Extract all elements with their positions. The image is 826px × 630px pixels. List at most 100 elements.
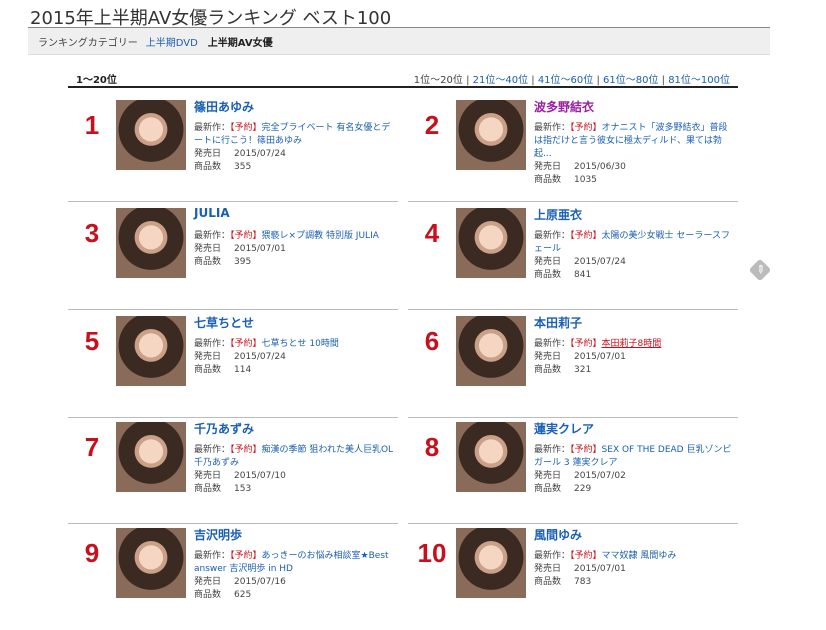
latest-work-link[interactable]: ママ奴隷 風間ゆみ <box>602 551 677 561</box>
actress-name[interactable]: JULIA <box>194 206 230 220</box>
actress-photo[interactable] <box>456 316 526 386</box>
items-label: 商品数 <box>194 365 222 375</box>
category-link-dvd[interactable]: 上半期DVD <box>146 34 198 49</box>
items-count: 321 <box>574 365 592 375</box>
actress-name[interactable]: 吉沢明歩 <box>194 526 242 543</box>
ranking-entry: 4 上原亜衣 最新作：【予約】太陽の美少女戦士 セーラースフェール 発売日 201… <box>408 202 738 310</box>
range-header: 1〜20位 1位〜20位 | 21位〜40位 | 41位〜60位 | 61位〜8… <box>68 70 738 88</box>
actress-name[interactable]: 上原亜衣 <box>534 206 582 223</box>
reservation-tag: 【予約】 <box>230 123 262 133</box>
items-label: 商品数 <box>534 365 562 375</box>
rank-number: 7 <box>84 432 100 462</box>
ranking-entry: 6 本田莉子 最新作：【予約】本田莉子8時間 発売日 2015/07/01 商品数… <box>408 310 738 418</box>
release-date: 2015/07/01 <box>234 244 286 254</box>
latest-label: 最新作 <box>194 339 222 349</box>
actress-name[interactable]: 篠田あゆみ <box>194 98 254 115</box>
colon: ： <box>561 231 571 241</box>
release-label: 発売日 <box>194 244 222 254</box>
release-label: 発売日 <box>534 162 562 172</box>
items-count: 355 <box>234 162 252 172</box>
reservation-tag: 【予約】 <box>570 445 602 455</box>
latest-label: 最新作 <box>534 231 562 241</box>
entry-meta: 最新作：【予約】本田莉子8時間 発売日 2015/07/01 商品数 321 <box>534 338 734 377</box>
actress-name[interactable]: 本田莉子 <box>534 314 582 331</box>
release-date: 2015/07/16 <box>234 577 286 587</box>
actress-photo[interactable] <box>116 528 186 598</box>
colon: ： <box>561 123 571 133</box>
page-tool-icon[interactable]: ✎ <box>748 258 772 282</box>
actress-photo[interactable] <box>456 528 526 598</box>
reservation-tag: 【予約】 <box>570 123 602 133</box>
pager-link-61-80[interactable]: 61位〜80位 <box>603 75 658 86</box>
ranking-entry: 2 波多野結衣 最新作：【予約】オナニスト「波多野結衣」普段は指だけと言う彼女に… <box>408 94 738 202</box>
actress-name[interactable]: 蓮実クレア <box>534 420 594 437</box>
release-label: 発売日 <box>534 471 562 481</box>
rank-number: 8 <box>424 432 440 462</box>
actress-photo[interactable] <box>456 208 526 278</box>
rank-number: 6 <box>424 326 440 356</box>
release-date: 2015/07/24 <box>234 149 286 159</box>
latest-label: 最新作 <box>194 445 222 455</box>
entry-meta: 最新作：【予約】オナニスト「波多野結衣」普段は指だけと言う彼女に極太ディルド、果… <box>534 122 734 187</box>
actress-name[interactable]: 波多野結衣 <box>534 98 594 115</box>
actress-photo[interactable] <box>116 100 186 170</box>
actress-name[interactable]: 七草ちとせ <box>194 314 254 331</box>
pager-link-21-40[interactable]: 21位〜40位 <box>473 75 528 86</box>
release-label: 発売日 <box>194 352 222 362</box>
items-label: 商品数 <box>194 257 222 267</box>
entry-meta: 最新作：【予約】痴漢の季節 狙われた美人巨乳OL 千乃あずみ 発売日 2015/0… <box>194 444 394 496</box>
actress-name[interactable]: 千乃あずみ <box>194 420 254 437</box>
latest-work-link[interactable]: 七草ちとせ 10時間 <box>262 339 339 349</box>
ranking-entry: 10 風間ゆみ 最新作：【予約】ママ奴隷 風間ゆみ 発売日 2015/07/01 … <box>408 522 738 630</box>
pager-link-81-100[interactable]: 81位〜100位 <box>668 75 730 86</box>
release-date: 2015/07/01 <box>574 564 626 574</box>
actress-photo[interactable] <box>456 422 526 492</box>
reservation-tag: 【予約】 <box>230 339 262 349</box>
actress-photo[interactable] <box>456 100 526 170</box>
latest-work-link[interactable]: 本田莉子8時間 <box>602 339 662 349</box>
release-date: 2015/07/24 <box>234 352 286 362</box>
latest-work-link[interactable]: 猥褻レ×プ調教 特別版 JULIA <box>262 231 379 241</box>
actress-name[interactable]: 風間ゆみ <box>534 526 582 543</box>
items-label: 商品数 <box>194 590 222 600</box>
items-count: 783 <box>574 577 592 587</box>
entry-meta: 最新作：【予約】SEX OF THE DEAD 巨乳ゾンビガール 3 蓮実クレア… <box>534 444 734 496</box>
entry-meta: 最新作：【予約】太陽の美少女戦士 セーラースフェール 発売日 2015/07/24… <box>534 230 734 282</box>
entry-meta: 最新作：【予約】完全プライベート 有名女優とデートに行こう！篠田あゆみ 発売日 2… <box>194 122 394 174</box>
pager: 1位〜20位 | 21位〜40位 | 41位〜60位 | 61位〜80位 | 8… <box>414 71 730 86</box>
items-label: 商品数 <box>534 484 562 494</box>
pager-separator: | <box>462 75 473 86</box>
entry-meta: 最新作：【予約】あっきーのお悩み相談室★Best answer 吉沢明歩 in … <box>194 550 394 602</box>
actress-photo[interactable] <box>116 208 186 278</box>
reservation-tag: 【予約】 <box>570 551 602 561</box>
rank-number: 1 <box>84 110 100 140</box>
items-count: 229 <box>574 484 592 494</box>
entry-meta: 最新作：【予約】七草ちとせ 10時間 発売日 2015/07/24 商品数 114 <box>194 338 394 377</box>
rank-number: 9 <box>84 538 100 568</box>
entry-meta: 最新作：【予約】猥褻レ×プ調教 特別版 JULIA 発売日 2015/07/01 … <box>194 230 394 269</box>
colon: ： <box>221 445 231 455</box>
actress-photo[interactable] <box>116 316 186 386</box>
items-label: 商品数 <box>534 577 562 587</box>
colon: ： <box>561 339 571 349</box>
latest-label: 最新作 <box>534 445 562 455</box>
actress-photo[interactable] <box>116 422 186 492</box>
rank-number: 4 <box>424 218 440 248</box>
colon: ： <box>221 231 231 241</box>
latest-label: 最新作 <box>534 339 562 349</box>
category-bar: ランキングカテゴリー 上半期DVD 上半期AV女優 <box>28 28 770 55</box>
release-label: 発売日 <box>534 352 562 362</box>
latest-label: 最新作 <box>194 231 222 241</box>
entry-meta: 最新作：【予約】ママ奴隷 風間ゆみ 発売日 2015/07/01 商品数 783 <box>534 550 734 589</box>
pager-link-41-60[interactable]: 41位〜60位 <box>538 75 593 86</box>
rank-number: 5 <box>84 326 100 356</box>
reservation-tag: 【予約】 <box>230 551 262 561</box>
rank-number: 10 <box>417 538 447 568</box>
pager-current: 1位〜20位 <box>413 75 463 86</box>
release-label: 発売日 <box>194 471 222 481</box>
pager-separator: | <box>658 75 669 86</box>
ranking-entry: 7 千乃あずみ 最新作：【予約】痴漢の季節 狙われた美人巨乳OL 千乃あずみ 発… <box>68 416 398 524</box>
ranking-entry: 1 篠田あゆみ 最新作：【予約】完全プライベート 有名女優とデートに行こう！篠田… <box>68 94 398 202</box>
release-date: 2015/07/01 <box>574 352 626 362</box>
ranking-entry: 8 蓮実クレア 最新作：【予約】SEX OF THE DEAD 巨乳ゾンビガール… <box>408 416 738 524</box>
